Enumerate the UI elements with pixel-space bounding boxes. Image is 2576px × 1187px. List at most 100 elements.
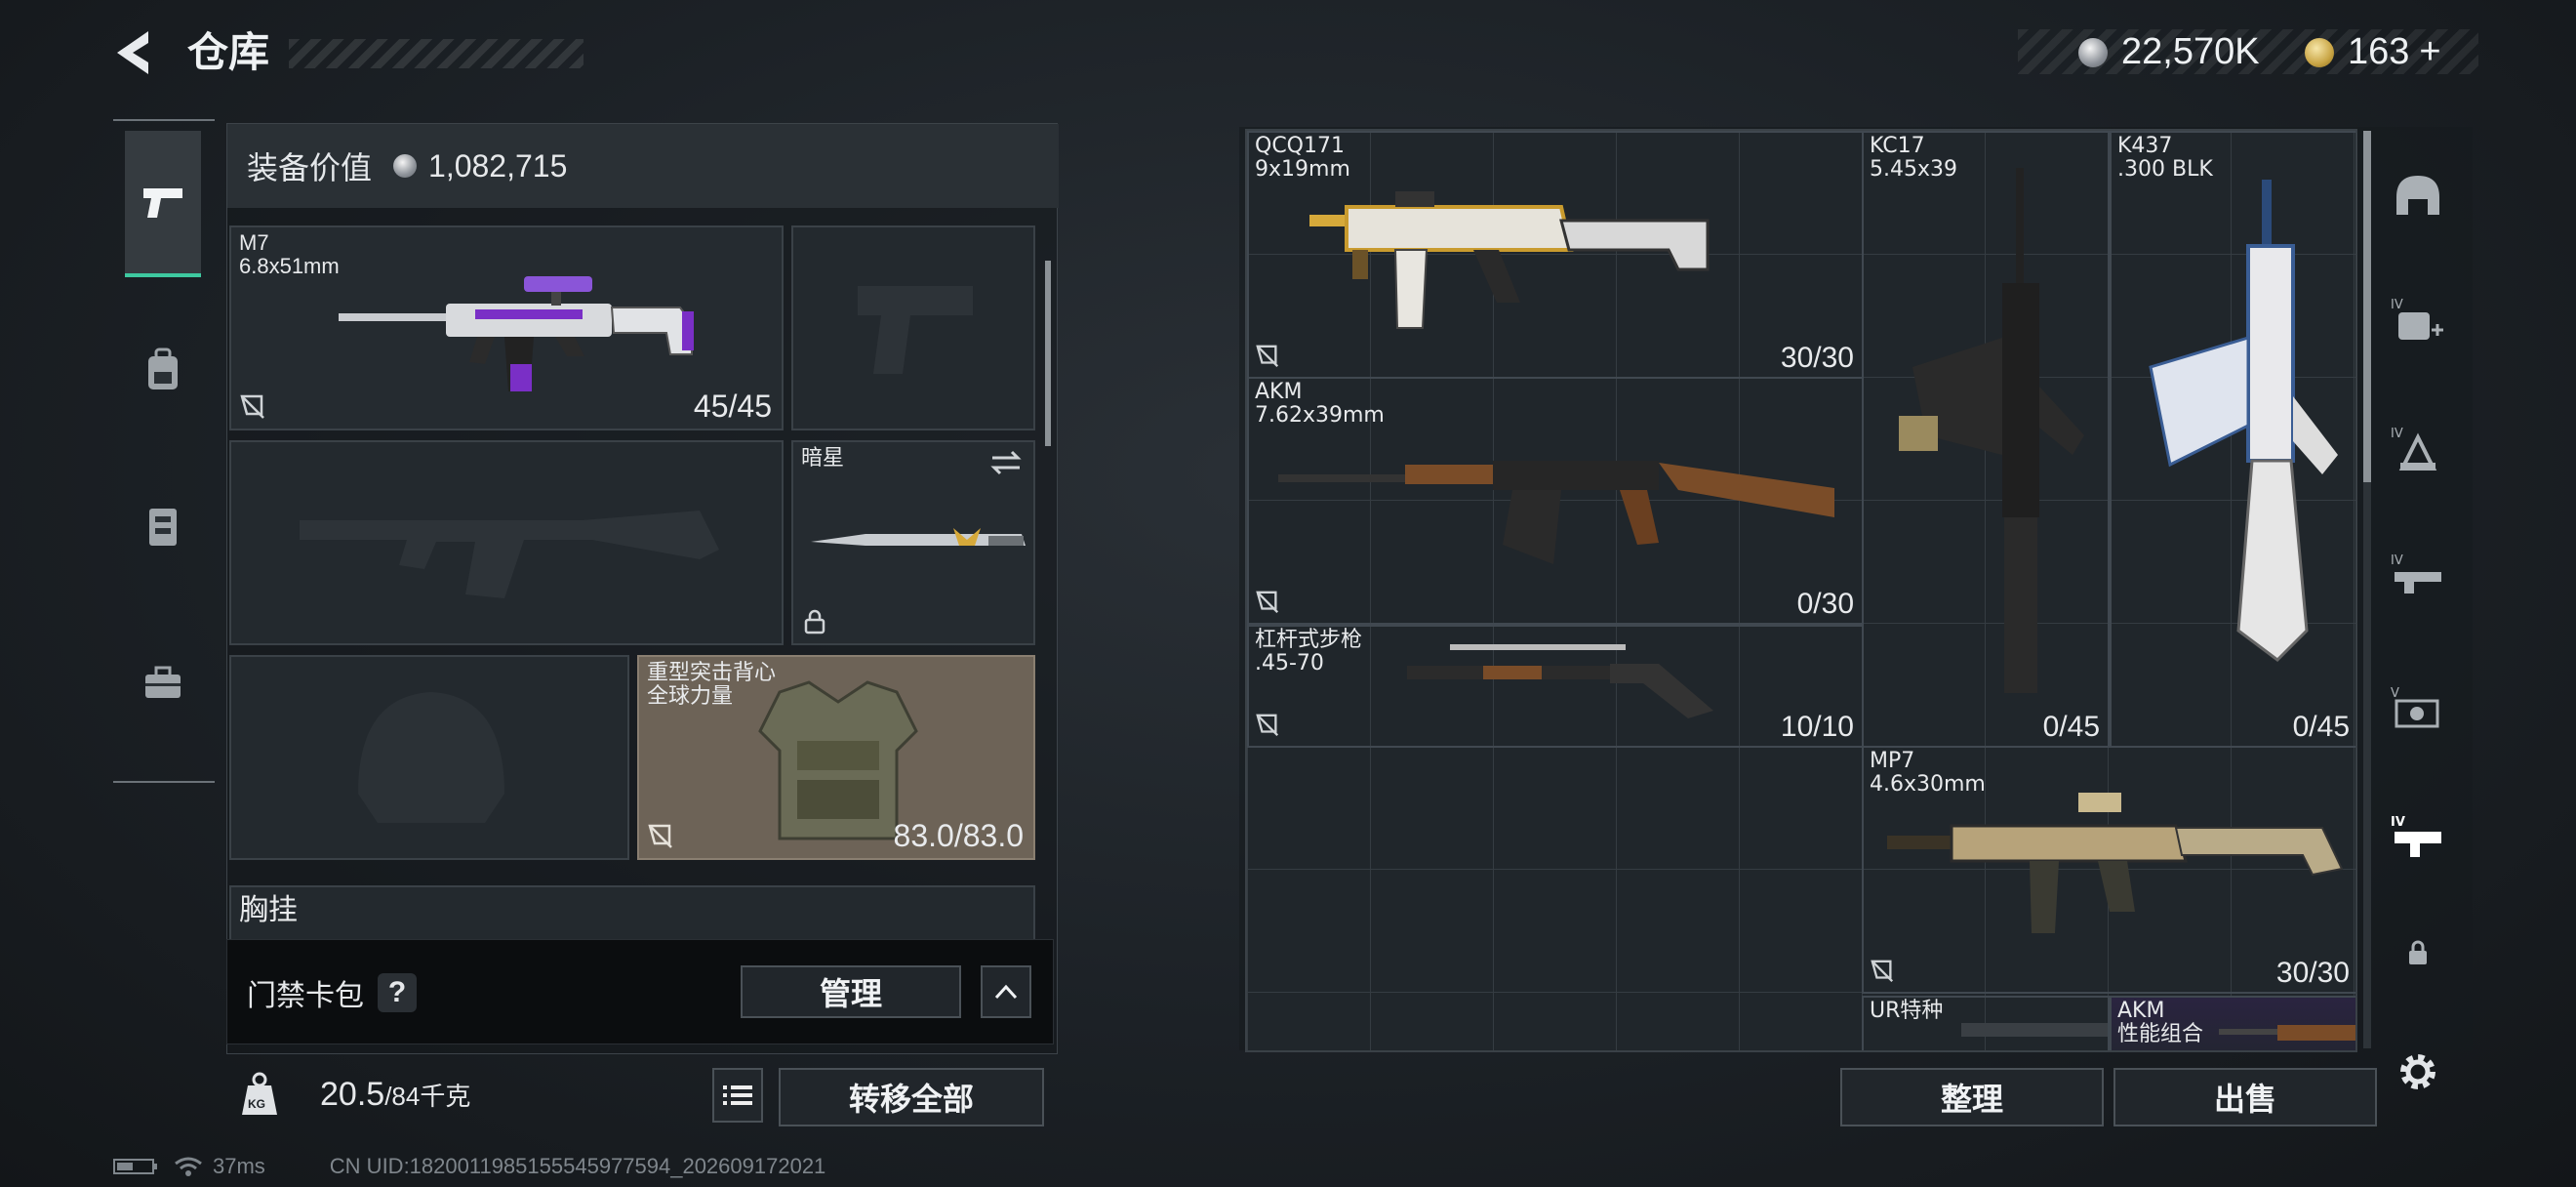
armor-slot[interactable]: 重型突击背心 全球力量 83.0/83.0 bbox=[637, 655, 1035, 860]
back-button[interactable] bbox=[109, 25, 160, 80]
gold-currency-value: 163 bbox=[2348, 31, 2410, 72]
unmarked-flag-icon bbox=[1871, 960, 1894, 983]
chest-rig-slot[interactable]: 胸挂 bbox=[229, 885, 1035, 944]
nav-vest[interactable] bbox=[125, 453, 201, 599]
filter-helmet[interactable] bbox=[2391, 168, 2445, 223]
tier4-smg-icon: IV bbox=[2391, 815, 2441, 857]
lock-icon bbox=[804, 609, 825, 634]
manage-button[interactable]: 管理 bbox=[741, 965, 961, 1018]
gold-coin-icon bbox=[2305, 37, 2334, 67]
battery-icon bbox=[113, 1159, 157, 1174]
add-currency-button[interactable]: + bbox=[2419, 31, 2440, 73]
carry-weight: 20.5/84千克 bbox=[320, 1076, 470, 1114]
stash-scrollbar[interactable] bbox=[2363, 131, 2371, 1048]
max-weight: /84千克 bbox=[384, 1082, 471, 1111]
kg-label: KG bbox=[248, 1097, 265, 1111]
help-button[interactable]: ? bbox=[378, 973, 417, 1012]
item-name: UR特种 bbox=[1870, 999, 1944, 1023]
ping-value: 37ms bbox=[213, 1154, 265, 1178]
stash-grid: QCQ171 9x19mm 30/30 AKM 7.62x39mm 0/30 杠… bbox=[1245, 129, 2357, 1052]
unmarked-flag-icon bbox=[1256, 591, 1279, 614]
swap-icon[interactable] bbox=[988, 448, 1024, 477]
item-count: 10/10 bbox=[1780, 711, 1854, 743]
transfer-all-button[interactable]: 转移全部 bbox=[779, 1068, 1044, 1126]
access-card-bar: 门禁卡包 ? 管理 bbox=[226, 939, 1054, 1044]
m7-rifle-image bbox=[339, 276, 694, 391]
item-name: AKM bbox=[1255, 380, 1303, 404]
stash-item-mp7[interactable]: MP7 4.6x30mm 30/30 bbox=[1862, 746, 2355, 994]
stash-item-akm[interactable]: AKM 7.62x39mm 0/30 bbox=[1247, 377, 1864, 625]
sell-button[interactable]: 出售 bbox=[2113, 1068, 2377, 1126]
item-ammo: 9x19mm bbox=[1255, 157, 1350, 182]
backpack-icon bbox=[148, 348, 178, 389]
tier5-shotgun-icon: V bbox=[2391, 686, 2439, 728]
weight-icon: KG bbox=[238, 1070, 281, 1119]
collapse-button[interactable] bbox=[981, 965, 1031, 1018]
status-bar: 37ms CN UID:18200119851555459775​94_2026… bbox=[113, 1154, 825, 1179]
gold-currency[interactable]: 163 + bbox=[2305, 31, 2441, 73]
ur-weapon-image bbox=[1961, 1023, 2108, 1037]
add-backpack-icon: IV bbox=[2391, 298, 2443, 340]
stash-item-lever-rifle[interactable]: 杠杆式步枪 .45-70 10/10 bbox=[1247, 625, 1864, 748]
primary-weapon-slot[interactable]: M7 6.8x51mm 45/45 bbox=[229, 225, 784, 430]
filter-smg[interactable]: IV bbox=[2391, 810, 2445, 865]
melee-name: 暗星 bbox=[801, 445, 845, 470]
secondary-weapon-slot[interactable] bbox=[229, 440, 784, 645]
filter-rifle[interactable]: IV bbox=[2391, 549, 2445, 603]
stash-item-k437[interactable]: K437 .300 BLK 0/45 bbox=[2110, 131, 2355, 748]
nav-weapons[interactable] bbox=[125, 131, 201, 277]
item-count: 0/45 bbox=[2042, 711, 2100, 743]
item-ammo: 性能组合 bbox=[2117, 1022, 2204, 1046]
nav-toolbox[interactable] bbox=[125, 609, 201, 756]
current-weight: 20.5 bbox=[320, 1076, 385, 1113]
loadout-scroll-thumb[interactable] bbox=[1045, 261, 1051, 446]
chest-rig-label: 胸挂 bbox=[239, 894, 298, 926]
svg-text:IV: IV bbox=[2391, 553, 2403, 568]
svg-text:IV: IV bbox=[2391, 815, 2405, 830]
settings-button[interactable] bbox=[2391, 1044, 2445, 1099]
settings-icon bbox=[2400, 1054, 2435, 1089]
stash-item-ur-special[interactable]: UR特种 bbox=[1862, 996, 2110, 1050]
rifle-silhouette-icon bbox=[300, 511, 719, 598]
filter-locked[interactable] bbox=[2391, 925, 2445, 980]
item-count: 0/30 bbox=[1796, 588, 1854, 620]
page-title: 仓库 bbox=[187, 29, 270, 75]
akm-bundle-image bbox=[2219, 1025, 2355, 1041]
sort-button[interactable]: 整理 bbox=[1840, 1068, 2104, 1126]
stash-item-kc17[interactable]: KC17 5.45x39 0/45 bbox=[1862, 131, 2110, 748]
melee-slot[interactable]: 暗星 bbox=[791, 440, 1035, 645]
weight-bar: KG 20.5/84千克 转移全部 bbox=[226, 1054, 1058, 1140]
lock-icon bbox=[2409, 940, 2427, 964]
dark-star-knife-image bbox=[811, 528, 1026, 546]
weapon-ammo: 6.8x51mm bbox=[239, 254, 340, 278]
sidearm-slot[interactable] bbox=[791, 225, 1035, 430]
k437-rifle-image bbox=[2149, 180, 2338, 662]
stash-item-akm-bundle[interactable]: AKM 性能组合 bbox=[2110, 996, 2355, 1050]
filter-vest[interactable]: IV bbox=[2391, 422, 2445, 476]
list-icon bbox=[723, 1085, 752, 1105]
equipment-value-row: 装备价值 1,082,715 bbox=[227, 124, 1059, 208]
lever-rifle-image bbox=[1407, 644, 1713, 718]
svg-text:IV: IV bbox=[2391, 298, 2403, 312]
helmet-silhouette-icon bbox=[358, 692, 504, 823]
item-name: AKM bbox=[2117, 999, 2165, 1023]
item-name: 杠杆式步枪 bbox=[1255, 628, 1363, 652]
access-card-label: 门禁卡包 bbox=[247, 980, 364, 1012]
filter-backpack[interactable]: IV bbox=[2391, 293, 2445, 348]
stash-filter-nav: IV IV IV V IV bbox=[2377, 127, 2459, 1089]
stash-item-qcq171[interactable]: QCQ171 9x19mm 30/30 bbox=[1247, 131, 1864, 379]
item-name: QCQ171 bbox=[1255, 134, 1345, 158]
weapon-name: M7 bbox=[239, 230, 269, 255]
list-view-button[interactable] bbox=[712, 1068, 763, 1123]
tier4-vest-icon: IV bbox=[2391, 427, 2437, 471]
pistol-icon bbox=[143, 188, 182, 218]
akm-rifle-image bbox=[1278, 461, 1834, 564]
armor-durability: 83.0/83.0 bbox=[893, 818, 1024, 853]
silver-coin-icon bbox=[2078, 37, 2108, 67]
item-count: 30/30 bbox=[1780, 342, 1854, 374]
helmet-slot[interactable] bbox=[229, 655, 629, 860]
nav-backpack[interactable] bbox=[125, 297, 201, 443]
item-count: 30/30 bbox=[2275, 957, 2350, 989]
stash-scroll-thumb[interactable] bbox=[2363, 131, 2371, 482]
filter-shotgun[interactable]: V bbox=[2391, 681, 2445, 736]
